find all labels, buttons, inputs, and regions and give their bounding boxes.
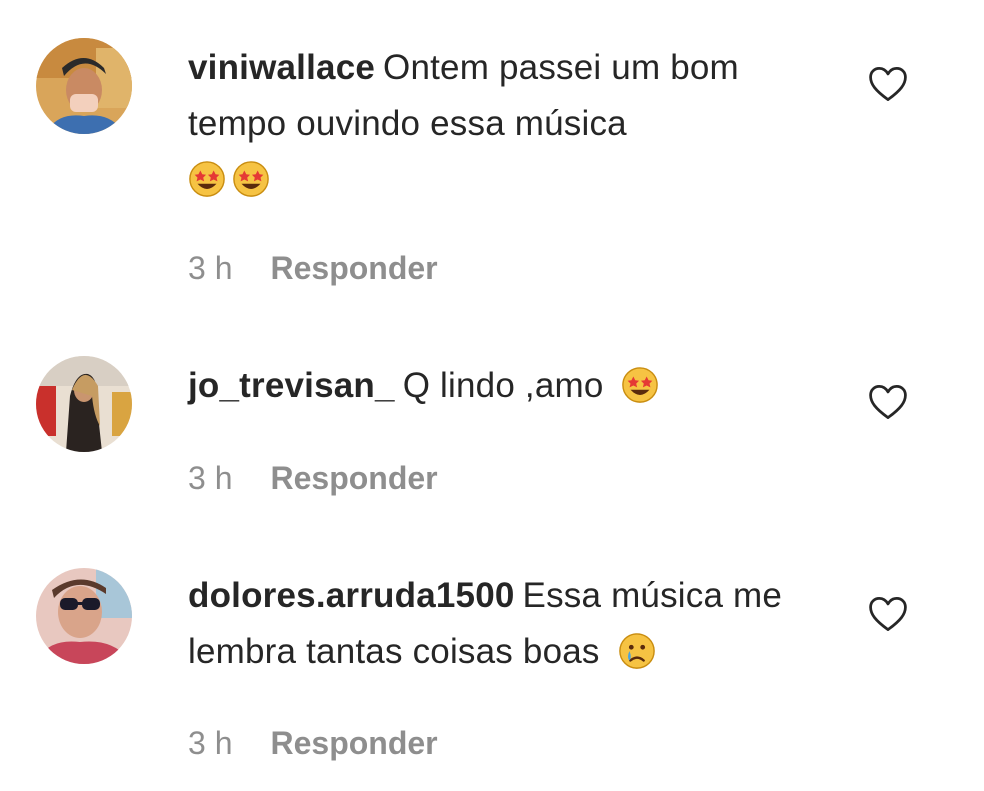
comment-username[interactable]: jo_trevisan_ — [188, 366, 395, 405]
comment-username[interactable]: dolores.arruda1500 — [188, 576, 515, 615]
crying-face-emoji-icon — [618, 633, 655, 669]
comment-meta: 3 h Responder — [188, 460, 438, 497]
star-struck-emoji-icon — [189, 161, 225, 197]
heart-outline-icon — [869, 385, 907, 419]
like-button[interactable] — [866, 592, 910, 636]
comment-time: 3 h — [188, 250, 233, 286]
reply-button[interactable]: Responder — [270, 725, 437, 761]
comment-text: viniwallace Ontem passei um bom tempo ouv… — [188, 40, 818, 208]
reply-button[interactable]: Responder — [270, 460, 437, 496]
comment-text: dolores.arruda1500 Essa música me lembra … — [188, 568, 818, 680]
reply-button[interactable]: Responder — [270, 250, 437, 286]
like-button[interactable] — [866, 380, 910, 424]
comment-time: 3 h — [188, 725, 233, 761]
star-struck-emoji-icon — [233, 161, 269, 197]
avatar[interactable] — [36, 568, 132, 664]
star-struck-emoji-icon — [622, 367, 659, 403]
comment-body: Q lindo ,amo — [402, 366, 604, 405]
heart-outline-icon — [869, 67, 907, 101]
heart-outline-icon — [869, 597, 907, 631]
comment-meta: 3 h Responder — [188, 725, 438, 762]
avatar[interactable] — [36, 38, 132, 134]
avatar[interactable] — [36, 356, 132, 452]
comment-text: jo_trevisan_ Q lindo ,amo — [188, 358, 818, 414]
like-button[interactable] — [866, 62, 910, 106]
comment-username[interactable]: viniwallace — [188, 48, 375, 87]
comment-meta: 3 h Responder — [188, 250, 438, 287]
comment-time: 3 h — [188, 460, 233, 496]
